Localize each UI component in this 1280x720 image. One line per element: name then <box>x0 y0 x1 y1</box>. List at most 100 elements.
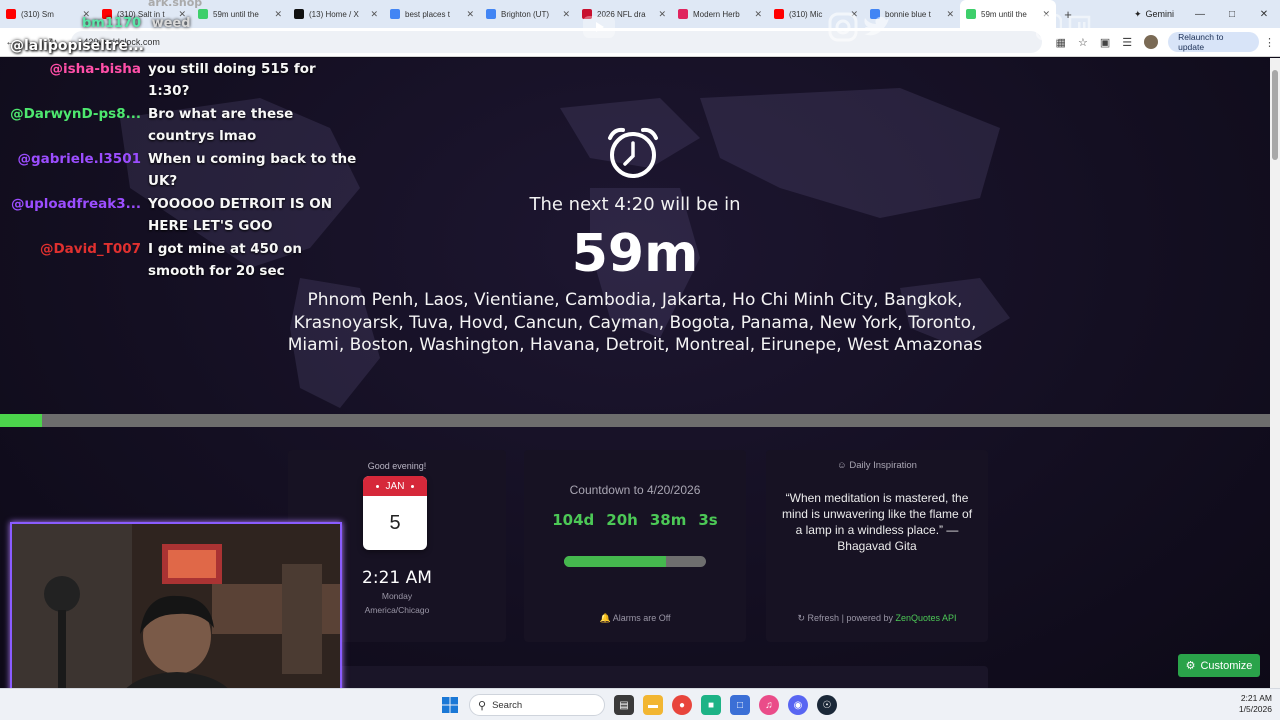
twitter-overlay-icon <box>862 12 892 42</box>
chat-username: @uploadfreak3... <box>10 196 141 212</box>
quote-footer: ↻ Refresh | powered by ZenQuotes API <box>766 613 988 624</box>
alarm-clock-icon <box>608 127 658 178</box>
countdown-progress-bar <box>564 556 706 567</box>
youtube-overlay-icon <box>582 12 616 42</box>
chrome-icon[interactable]: ● <box>672 695 692 715</box>
bell-icon: 🔔 <box>599 613 611 623</box>
tab-close-icon[interactable]: ✕ <box>754 9 762 20</box>
calendar-icon: JAN 5 <box>363 476 427 550</box>
footer-separator: | <box>841 613 844 623</box>
browser-menu-icon[interactable]: ⋮ <box>1259 36 1280 49</box>
tab-favicon-icon <box>774 9 784 19</box>
url-field[interactable]: 420worldclock.com <box>71 31 1042 53</box>
chat-message-text: you still doing 515 for 1:30? <box>148 61 316 99</box>
next-panel-edge <box>288 666 988 688</box>
quote-text: “When meditation is mastered, the mind i… <box>781 491 973 553</box>
smile-icon: ☺ <box>837 460 847 471</box>
tab-favicon-icon <box>486 9 496 19</box>
task-view-icon[interactable]: ▤ <box>614 695 634 715</box>
chat-username: @isha-bisha <box>49 61 141 77</box>
countdown-progress-fill <box>564 556 667 567</box>
scrollbar-thumb[interactable] <box>1272 70 1278 160</box>
tab-close-icon[interactable]: ✕ <box>658 9 666 20</box>
overlay-label-name: bm1170 <box>82 16 142 31</box>
customize-label: Customize <box>1200 659 1253 672</box>
browser-tab[interactable]: 59m until the ✕ <box>192 0 288 28</box>
taskbar-search-box[interactable]: ⚲ Search <box>469 694 605 716</box>
discord-icon[interactable]: ◉ <box>788 695 808 715</box>
countdown-values: 104d 20h 38m 3s <box>524 511 746 529</box>
maximize-icon[interactable]: □ <box>1216 9 1248 20</box>
tab-close-icon[interactable]: ✕ <box>466 9 474 20</box>
chat-message: @uploadfreak3... YOOOOO DETROIT IS ON HER… <box>0 193 365 237</box>
page-scrollbar[interactable] <box>1270 58 1280 688</box>
calendar-month: JAN <box>385 480 405 492</box>
tab-search-icon[interactable]: ▣ <box>1100 36 1110 49</box>
tab-label: (310) Sm <box>21 9 54 19</box>
gemini-label: Gemini <box>1145 9 1174 19</box>
app-icon-blue[interactable]: □ <box>730 695 750 715</box>
tab-close-icon[interactable]: ✕ <box>946 9 954 20</box>
overlay-shop-text: ark.shop <box>148 0 203 9</box>
tab-label: 59m until the <box>981 9 1027 19</box>
profile-avatar[interactable] <box>1144 35 1159 49</box>
chat-message: @gabriele.l3501 When u coming back to the… <box>0 148 365 192</box>
stream-chat-overlay: @isha-bisha you still doing 515 for 1:30?… <box>0 58 365 283</box>
tab-close-icon[interactable]: ✕ <box>562 9 570 20</box>
file-explorer-icon[interactable]: ▬ <box>643 695 663 715</box>
tab-label: 59m until the <box>213 9 259 19</box>
relaunch-label: Relaunch to update <box>1178 32 1224 52</box>
chat-message-text: YOOOOO DETROIT IS ON HERE LET'S GOO <box>148 196 333 234</box>
countdown-card: Countdown to 4/20/2026 104d 20h 38m 3s 🔔… <box>524 450 746 642</box>
countdown-title: Countdown to 4/20/2026 <box>569 483 701 497</box>
gemini-button[interactable]: ✦ Gemini <box>1124 9 1184 20</box>
system-clock[interactable]: 2:21 AM 1/5/2026 <box>1222 693 1272 715</box>
tab-close-icon[interactable]: ✕ <box>274 9 282 20</box>
inspiration-title-row: ☺ Daily Inspiration <box>766 460 988 471</box>
steam-icon[interactable]: ☉ <box>817 695 837 715</box>
close-window-icon[interactable]: ✕ <box>1248 9 1280 20</box>
system-time: 2:21 AM <box>1240 693 1272 703</box>
system-date: 1/5/2026 <box>1238 704 1272 714</box>
refresh-link[interactable]: Refresh <box>808 613 840 623</box>
alarm-status-label: Alarms are Off <box>612 613 671 623</box>
browser-tab[interactable]: Brighton (UT) ✕ <box>480 0 576 28</box>
tab-favicon-icon <box>678 9 688 19</box>
tab-label: bonnie blue t <box>885 9 931 19</box>
instagram-overlay-icon <box>828 12 858 42</box>
gear-icon: ⚙ <box>1185 660 1196 672</box>
browser-tab[interactable]: best places t ✕ <box>384 0 480 28</box>
tab-favicon-icon <box>966 9 976 19</box>
search-icon: ⚲ <box>478 699 487 712</box>
chat-username: @DarwynD-ps8... <box>10 106 141 122</box>
streamer-handle: @lalipopiseltre... <box>10 38 144 54</box>
alarm-status[interactable]: 🔔 Alarms are Off <box>524 613 746 624</box>
webcam-overlay <box>10 522 342 710</box>
tab-close-icon[interactable]: ✕ <box>370 9 378 20</box>
relaunch-button[interactable]: Relaunch to update <box>1168 32 1259 52</box>
refresh-icon[interactable]: ↻ <box>797 613 805 623</box>
twitch-overlay-icon <box>1066 12 1092 42</box>
hour-progress-fill <box>0 414 42 427</box>
webcam-feed-image <box>12 524 340 708</box>
windows-start-icon[interactable] <box>440 695 460 715</box>
minimize-icon[interactable]: — <box>1184 9 1216 20</box>
app-icon-green[interactable]: ■ <box>701 695 721 715</box>
countdown-seconds: 3s <box>698 511 718 529</box>
chat-username: @gabriele.l3501 <box>17 151 142 167</box>
media-icon[interactable]: ☰ <box>1122 36 1132 49</box>
browser-tab[interactable]: Modern Herb ✕ <box>672 0 768 28</box>
chat-message: @isha-bisha you still doing 515 for 1:30? <box>0 58 365 102</box>
customize-button[interactable]: ⚙ Customize <box>1178 654 1260 677</box>
tab-favicon-icon <box>390 9 400 19</box>
chat-message: @DarwynD-ps8... Bro what are these countr… <box>0 103 365 147</box>
zenquotes-link[interactable]: ZenQuotes API <box>895 613 956 623</box>
itunes-icon[interactable]: ♫ <box>759 695 779 715</box>
hour-progress-bar <box>0 414 1270 427</box>
overlay-label-word: weed <box>151 16 191 31</box>
chat-username: @David_T007 <box>39 241 141 257</box>
countdown-days: 104d <box>552 511 595 529</box>
tab-label: best places t <box>405 9 450 19</box>
inspiration-title: Daily Inspiration <box>849 460 917 471</box>
browser-tab[interactable]: (13) Home / X ✕ <box>288 0 384 28</box>
